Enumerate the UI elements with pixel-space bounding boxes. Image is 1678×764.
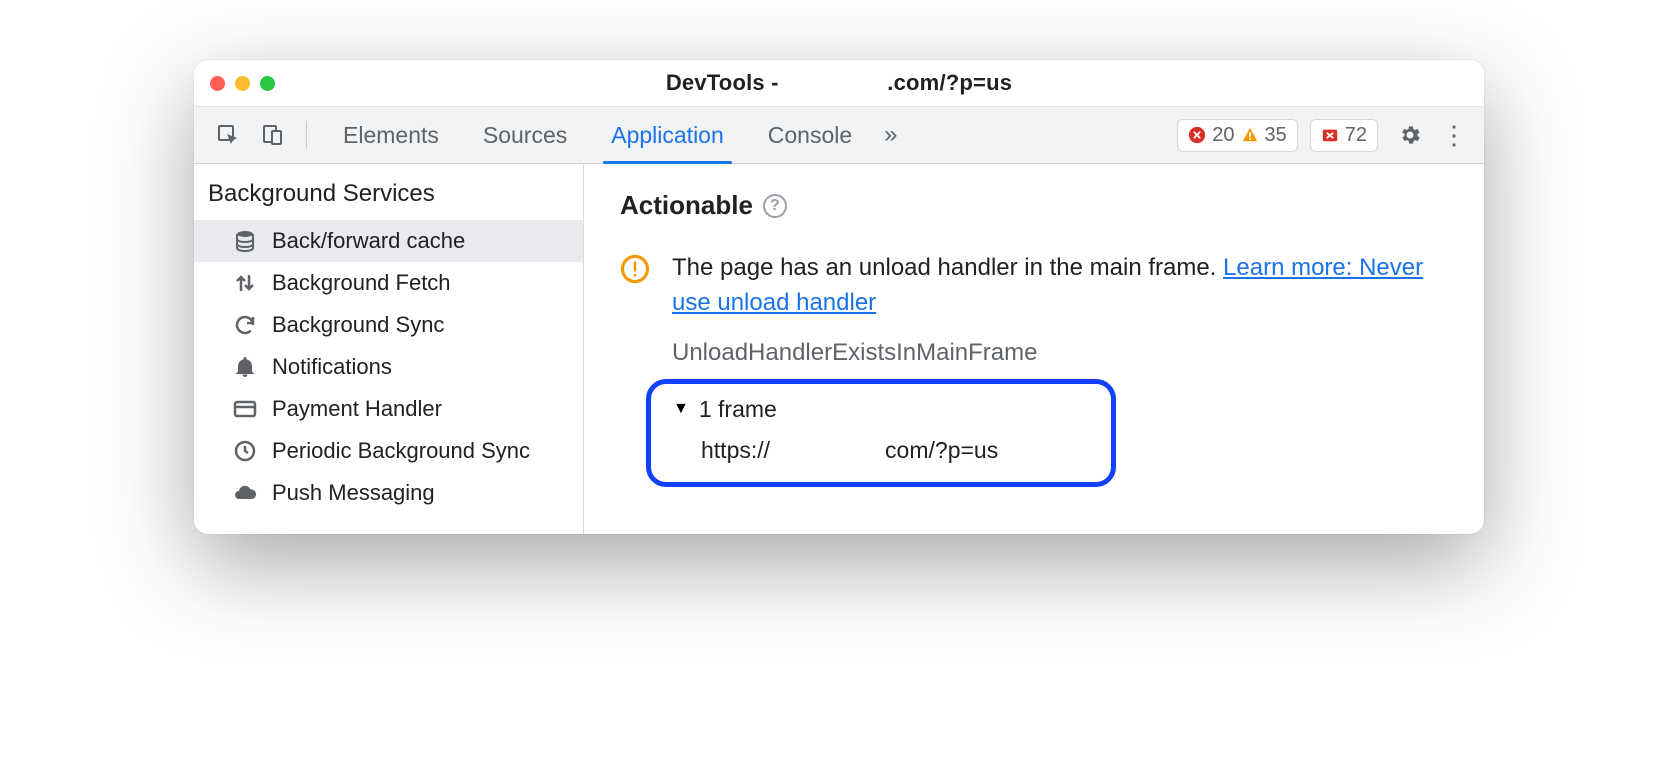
close-window-button[interactable] [210, 76, 225, 91]
bfcache-panel: Actionable ? The page has an unload hand… [584, 164, 1484, 534]
sidebar-item-label: Background Sync [272, 312, 444, 338]
sidebar-item-notifications[interactable]: Notifications [194, 346, 583, 388]
help-icon[interactable]: ? [763, 194, 787, 218]
sidebar-item-label: Background Fetch [272, 270, 451, 296]
cloud-icon [232, 480, 258, 506]
sidebar-item-payment-handler[interactable]: Payment Handler [194, 388, 583, 430]
panel-body: Background Services Back/forward cache B… [194, 164, 1484, 534]
warning-circle-icon [620, 254, 650, 284]
sidebar-item-label: Push Messaging [272, 480, 435, 506]
window-title: DevTools - .com/?p=us [194, 70, 1484, 96]
tab-sources[interactable]: Sources [461, 107, 589, 163]
warning-icon [1241, 126, 1259, 144]
settings-gear-icon[interactable] [1390, 115, 1430, 155]
sidebar-item-background-sync[interactable]: Background Sync [194, 304, 583, 346]
issues-icon [1321, 126, 1339, 144]
issue-row: The page has an unload handler in the ma… [620, 251, 1448, 321]
section-title: Actionable [620, 190, 753, 221]
window-title-prefix: DevTools - [666, 70, 779, 95]
window-titlebar: DevTools - .com/?p=us [194, 60, 1484, 106]
more-options-icon[interactable]: ⋮ [1434, 115, 1474, 155]
sidebar-item-label: Periodic Background Sync [272, 438, 530, 464]
more-tabs-button[interactable]: » [874, 107, 907, 163]
credit-card-icon [232, 396, 258, 422]
minimize-window-button[interactable] [235, 76, 250, 91]
error-icon [1188, 126, 1206, 144]
issue-text-body: The page has an unload handler in the ma… [672, 254, 1223, 281]
frame-url[interactable]: https:// com/?p=us [673, 423, 1089, 464]
sidebar-item-background-fetch[interactable]: Background Fetch [194, 262, 583, 304]
sidebar-item-label: Payment Handler [272, 396, 442, 422]
device-toolbar-icon[interactable] [252, 115, 292, 155]
inspect-element-icon[interactable] [208, 115, 248, 155]
bell-icon [232, 354, 258, 380]
devtools-window: DevTools - .com/?p=us Elements Sources A… [194, 60, 1484, 534]
tab-console[interactable]: Console [746, 107, 874, 163]
tab-application[interactable]: Application [589, 107, 746, 163]
panel-tabs: Elements Sources Application Console » [321, 107, 908, 163]
devtools-toolbar: Elements Sources Application Console » 2… [194, 106, 1484, 164]
sidebar-item-label: Back/forward cache [272, 228, 465, 254]
disclosure-triangle-icon: ▼ [673, 400, 689, 418]
tab-elements[interactable]: Elements [321, 107, 461, 163]
sidebar-item-push-messaging[interactable]: Push Messaging [194, 472, 583, 514]
window-title-url: .com/?p=us [887, 70, 1012, 95]
console-status-badge[interactable]: 20 35 [1177, 119, 1298, 152]
issues-badge[interactable]: 72 [1310, 119, 1378, 152]
frame-tree-highlight: ▼ 1 frame https:// com/?p=us [646, 379, 1116, 487]
traffic-lights [210, 76, 275, 91]
updown-arrows-icon [232, 270, 258, 296]
issues-count: 72 [1345, 124, 1367, 147]
sidebar-section-title: Background Services [194, 170, 583, 220]
sync-icon [232, 312, 258, 338]
warning-count: 35 [1265, 124, 1287, 147]
sidebar-item-label: Notifications [272, 354, 392, 380]
clock-icon [232, 438, 258, 464]
section-heading: Actionable ? [620, 190, 1448, 221]
sidebar-item-periodic-sync[interactable]: Periodic Background Sync [194, 430, 583, 472]
error-count: 20 [1212, 124, 1234, 147]
application-sidebar: Background Services Back/forward cache B… [194, 164, 584, 534]
sidebar-item-bfcache[interactable]: Back/forward cache [194, 220, 583, 262]
maximize-window-button[interactable] [260, 76, 275, 91]
frame-count-label: 1 frame [699, 396, 777, 423]
issue-message: The page has an unload handler in the ma… [672, 251, 1448, 321]
frame-tree-toggle[interactable]: ▼ 1 frame [673, 396, 1089, 423]
database-icon [232, 228, 258, 254]
toolbar-divider [306, 121, 307, 149]
reason-identifier: UnloadHandlerExistsInMainFrame [672, 339, 1448, 367]
